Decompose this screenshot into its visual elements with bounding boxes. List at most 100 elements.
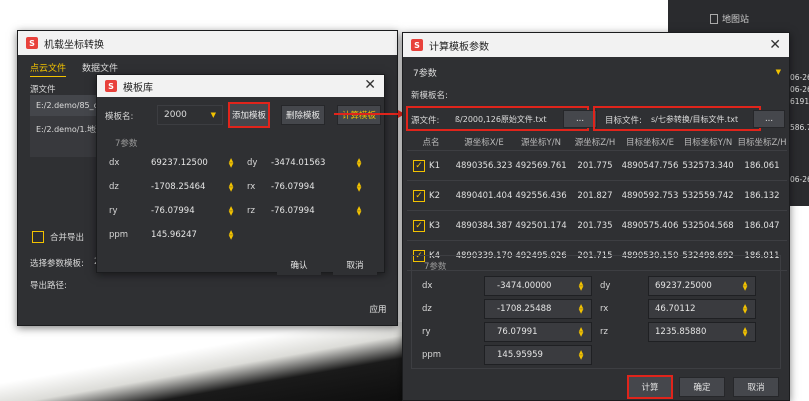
cancel-button[interactable]: 取消: [333, 255, 377, 275]
param-ppm-input[interactable]: 145.95959 ▲ ▼: [484, 344, 592, 365]
table-row[interactable]: ✓ K3 4890384.387 492501.174 201.735 48905…: [407, 211, 787, 241]
spinner-icon[interactable]: ▲ ▼: [577, 303, 585, 314]
spinner-icon[interactable]: ▲ ▼: [355, 206, 363, 217]
spinner-icon[interactable]: ▲ ▼: [577, 280, 585, 291]
spinner-icon[interactable]: ▲ ▼: [741, 326, 749, 337]
param-rx-input[interactable]: 46.70112 ▲ ▼: [648, 298, 756, 319]
table-header-cell: 目标坐标X/E: [625, 137, 675, 148]
spinner-icon[interactable]: ▲ ▼: [227, 158, 235, 169]
close-icon[interactable]: ✕: [364, 77, 376, 93]
table-cell: 4890401.404: [455, 190, 513, 201]
checkbox-icon[interactable]: ✓: [413, 159, 425, 172]
ok-button[interactable]: 确定: [679, 377, 725, 397]
new-template-name-label: 新模板名:: [411, 91, 448, 101]
cancel-button[interactable]: 取消: [733, 377, 779, 397]
source-browse-button[interactable]: ...: [563, 110, 597, 128]
point-name: K3: [429, 220, 440, 231]
table-header-cell: 目标坐标Y/N: [683, 137, 733, 148]
param-rz-input[interactable]: 1235.85880 ▲ ▼: [648, 321, 756, 342]
number-column: 06-26 06-26 61918 586.7 06-26: [790, 72, 809, 186]
param-rz-input[interactable]: -76.07994 ▲ ▼: [265, 201, 369, 221]
template-library-title: 模板库: [123, 82, 153, 94]
param-ry-input[interactable]: 76.07991 ▲ ▼: [484, 321, 592, 342]
spinner-icon[interactable]: ▲ ▼: [741, 303, 749, 314]
template-library-dialog: S 模板库 ✕ 模板名: 2000 ▼ 添加模板 删除模板 计算模板 7参数 d…: [96, 74, 385, 275]
param-dz-input[interactable]: -1708.25464 ▲ ▼: [145, 177, 241, 197]
seven-param-group: 7参数 dx -3474.00000 ▲ ▼ dy 69237.25000 ▲ ▼ …: [411, 255, 781, 369]
template-name-select[interactable]: 2000 ▼: [157, 105, 223, 125]
table-row[interactable]: ✓ K2 4890401.404 492556.436 201.827 48905…: [407, 181, 787, 211]
app-icon: S: [105, 80, 117, 92]
param-type-select[interactable]: 7参数 ▼: [409, 63, 785, 81]
delete-template-button[interactable]: 删除模板: [281, 105, 325, 125]
param-ry-input[interactable]: -76.07994 ▲ ▼: [145, 201, 241, 221]
spinner-icon[interactable]: ▲ ▼: [577, 349, 585, 360]
compute-dialog-titlebar[interactable]: S 计算模板参数 ✕: [403, 33, 789, 57]
param-dx-input[interactable]: 69237.12500 ▲ ▼: [145, 153, 241, 173]
point-name-cell: ✓ K3: [407, 219, 455, 232]
param-rx-input[interactable]: -76.07994 ▲ ▼: [265, 177, 369, 197]
target-file-input[interactable]: s/七参转换/目标文件.txt: [647, 110, 755, 128]
param-value: -3474.01563: [271, 158, 326, 168]
target-file-value: s/七参转换/目标文件.txt: [651, 114, 739, 124]
checkbox-icon[interactable]: ✓: [413, 219, 425, 232]
source-file-input[interactable]: ß/2000,126原始文件.txt: [451, 110, 555, 128]
param-value: 69237.12500: [151, 158, 208, 168]
seven-param-group-label: 7参数: [424, 262, 447, 272]
file-tree-item[interactable]: 地图站: [710, 12, 749, 25]
point-name-cell: ✓ K2: [407, 189, 455, 202]
merge-export-checkbox[interactable]: 合并导出: [32, 231, 84, 243]
compute-template-button[interactable]: 计算模板: [337, 105, 381, 125]
spinner-icon[interactable]: ▲ ▼: [355, 182, 363, 193]
param-dz-input[interactable]: -1708.25488 ▲ ▼: [484, 298, 592, 319]
param-label: dy: [247, 158, 258, 168]
spinner-icon[interactable]: ▲ ▼: [577, 326, 585, 337]
param-value: 145.96247: [151, 230, 197, 240]
apply-button[interactable]: 应用: [362, 299, 394, 319]
close-icon[interactable]: ✕: [769, 37, 781, 53]
compute-dialog-title: 计算模板参数: [429, 41, 489, 53]
point-name: K1: [429, 160, 440, 171]
param-value: 1235.85880: [655, 326, 707, 337]
param-dy-input[interactable]: 69237.25000 ▲ ▼: [648, 275, 756, 296]
checkbox-icon[interactable]: ✓: [413, 189, 425, 202]
spinner-icon[interactable]: ▲ ▼: [227, 182, 235, 193]
source-file-value: ß/2000,126原始文件.txt: [455, 114, 547, 124]
main-dialog-titlebar[interactable]: S 机载坐标转换: [18, 31, 397, 55]
param-label: dz: [109, 182, 119, 192]
file-icon: [710, 13, 718, 24]
compute-button[interactable]: 计算: [627, 375, 673, 399]
target-browse-button[interactable]: ...: [753, 110, 785, 128]
param-value: 46.70112: [655, 303, 696, 314]
template-library-titlebar[interactable]: S 模板库 ✕: [97, 75, 384, 97]
select-template-label: 选择参数模板:: [30, 259, 84, 269]
param-ppm-input[interactable]: 145.96247 ▲ ▼: [145, 225, 241, 245]
tab-pointcloud[interactable]: 点云文件: [30, 61, 67, 77]
param-value: -76.07994: [271, 182, 315, 192]
param-type-value: 7参数: [413, 68, 437, 79]
param-dx-input[interactable]: -3474.00000 ▲ ▼: [484, 275, 592, 296]
table-cell: 492501.174: [515, 220, 567, 231]
table-row[interactable]: ✓ K1 4890356.323 492569.761 201.775 48905…: [407, 151, 787, 181]
export-path-label: 导出路径:: [30, 281, 67, 291]
param-row: dx -3474.00000 ▲ ▼ dy 69237.25000 ▲ ▼: [416, 274, 778, 297]
spinner-icon[interactable]: ▲ ▼: [227, 206, 235, 217]
spinner-icon[interactable]: ▲ ▼: [355, 158, 363, 169]
param-row: dz -1708.25464 ▲ ▼ rx -76.07994 ▲ ▼: [105, 175, 377, 199]
table-header-cell: 源坐标Y/N: [521, 137, 561, 148]
confirm-button[interactable]: 确认: [277, 255, 321, 275]
param-value: -1708.25488: [497, 303, 552, 314]
param-label: rz: [247, 206, 255, 216]
spinner-icon[interactable]: ▲ ▼: [741, 280, 749, 291]
table-cell: 4890356.323: [455, 160, 513, 171]
number-cell: 586.7: [790, 123, 809, 132]
param-row: ppm 145.96247 ▲ ▼: [105, 223, 377, 247]
add-template-button[interactable]: 添加模板: [228, 102, 270, 128]
param-dy-input[interactable]: -3474.01563 ▲ ▼: [265, 153, 369, 173]
table-cell: 4890575.406: [621, 220, 679, 231]
param-row: dx 69237.12500 ▲ ▼ dy -3474.01563 ▲ ▼: [105, 151, 377, 175]
param-row: ry -76.07994 ▲ ▼ rz -76.07994 ▲ ▼: [105, 199, 377, 223]
new-template-name-input[interactable]: [455, 85, 785, 103]
spinner-icon[interactable]: ▲ ▼: [227, 230, 235, 241]
table-cell: 201.735: [577, 220, 613, 231]
